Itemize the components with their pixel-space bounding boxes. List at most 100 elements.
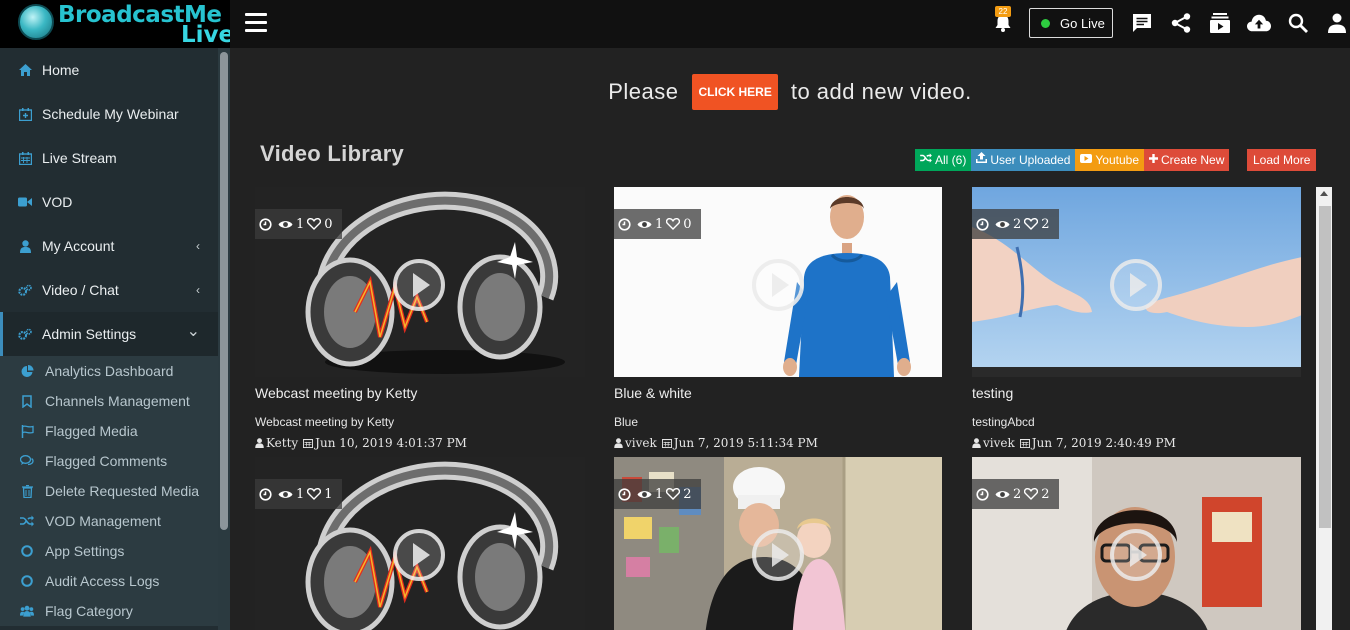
video-title[interactable]: Blue & white [614, 385, 944, 403]
video-card[interactable]: 2 2 [972, 457, 1302, 630]
likes-heart-icon: 2 [666, 486, 692, 502]
video-stats-badge: 1 0 [614, 209, 701, 239]
video-thumbnail[interactable]: 2 2 [972, 457, 1301, 630]
view-count: 1 [296, 486, 305, 502]
submenu-item-audit-access-logs[interactable]: Audit Access Logs [0, 566, 218, 596]
sidebar-item-my-account[interactable]: My Account ‹ [0, 224, 218, 268]
like-count: 2 [683, 486, 692, 502]
submenu-item-flagged-media[interactable]: Flagged Media [0, 416, 218, 446]
video-stats-badge: 2 2 [972, 479, 1059, 509]
video-author[interactable]: vivek [625, 436, 657, 450]
brand-suffix: Live [181, 22, 235, 48]
chat-icon[interactable] [1130, 11, 1154, 35]
video-thumbnail[interactable]: 1 2 [614, 457, 942, 630]
sidebar-item-home[interactable]: Home [0, 48, 218, 92]
go-live-label: Go Live [1060, 15, 1105, 31]
sidebar-item-label: Home [42, 62, 80, 78]
video-thumbnail[interactable]: 1 0 [614, 187, 942, 377]
globe-logo-icon [18, 4, 54, 40]
video-author[interactable]: Ketty [266, 436, 298, 450]
submenu-item-flagged-comments[interactable]: Flagged Comments [0, 446, 218, 476]
video-description: Webcast meeting by Ketty [255, 415, 395, 429]
video-card[interactable]: 1 2 [614, 457, 944, 630]
calendar-icon [18, 151, 32, 165]
sidebar-item-label: Admin Settings [42, 326, 137, 342]
play-icon[interactable] [1109, 528, 1163, 582]
filter-all-button[interactable]: All (6) [915, 149, 972, 171]
search-icon[interactable] [1286, 11, 1310, 35]
duration-clock-icon [259, 487, 275, 501]
submenu-item-app-settings[interactable]: App Settings [0, 536, 218, 566]
video-thumbnail[interactable]: 1 0 [255, 187, 585, 377]
play-icon[interactable] [392, 528, 446, 582]
video-card[interactable]: 1 0 Blue & white Blue vivek Jun 7, 2019 … [614, 187, 944, 450]
video-stats-badge: 1 0 [255, 209, 342, 239]
library-scrollbar-thumb[interactable] [1319, 206, 1331, 528]
user-icon[interactable] [1325, 11, 1349, 35]
sidebar-item-schedule-webinar[interactable]: Schedule My Webinar [0, 92, 218, 136]
create-new-button[interactable]: Create New [1144, 149, 1230, 171]
video-date: Jun 7, 2019 2:40:49 PM [1031, 435, 1176, 450]
submenu-item-delete-requested-media[interactable]: Delete Requested Media [0, 476, 218, 506]
video-card[interactable]: 2 2 testing testingAbcd vivek Jun 7, 201… [972, 187, 1302, 450]
sidebar: BroadcastMe Live Home Schedule My Webina… [0, 0, 234, 630]
cta-suffix: to add new video. [790, 79, 972, 104]
upload-icon [976, 149, 988, 171]
play-icon[interactable] [392, 258, 446, 312]
filter-user-uploaded-button[interactable]: User Uploaded [971, 149, 1076, 171]
filter-youtube-button[interactable]: Youtube [1075, 149, 1144, 171]
sidebar-item-vod[interactable]: VOD [0, 180, 218, 224]
calendar-icon [661, 438, 672, 448]
submenu-item-flag-category[interactable]: Flag Category [0, 596, 218, 626]
filter-label: Create New [1161, 153, 1225, 167]
video-thumbnail[interactable]: 2 2 [972, 187, 1301, 377]
cloud-upload-icon[interactable] [1247, 11, 1271, 35]
sidebar-item-video-chat[interactable]: Video / Chat ‹ [0, 268, 218, 312]
likes-heart-icon: 0 [307, 217, 333, 232]
sidebar-item-label: Live Stream [42, 150, 117, 166]
scroll-up-arrow-icon[interactable] [1320, 191, 1328, 196]
notification-count-badge: 22 [995, 6, 1011, 17]
playlist-icon[interactable] [1208, 11, 1232, 35]
play-icon[interactable] [751, 528, 805, 582]
share-icon[interactable] [1169, 11, 1193, 35]
users-icon [20, 604, 34, 618]
hamburger-menu-icon[interactable] [245, 13, 267, 33]
video-card[interactable]: 1 1 [255, 457, 585, 630]
click-here-button[interactable]: CLICK HERE [692, 74, 778, 110]
sidebar-scrollbar-thumb[interactable] [220, 52, 228, 530]
cta-prefix: Please [608, 79, 679, 104]
video-author[interactable]: vivek [983, 436, 1015, 450]
video-title[interactable]: Webcast meeting by Ketty [255, 385, 585, 403]
sidebar-menu: Home Schedule My Webinar Live Stream VOD [0, 48, 218, 626]
calendar-icon [1019, 438, 1030, 448]
video-title[interactable]: testing [972, 385, 1302, 403]
video-camera-icon [18, 195, 32, 209]
go-live-button[interactable]: Go Live [1029, 8, 1113, 38]
submenu-item-analytics-dashboard[interactable]: Analytics Dashboard [0, 356, 218, 386]
submenu-item-label: Flagged Media [45, 423, 138, 439]
flag-icon [20, 424, 34, 438]
circle-icon [20, 544, 34, 558]
bookmark-icon [20, 394, 34, 408]
play-icon[interactable] [1109, 258, 1163, 312]
live-status-dot [1041, 18, 1050, 28]
submenu-item-label: App Settings [45, 543, 125, 559]
likes-heart-icon: 2 [1024, 487, 1050, 502]
video-thumbnail[interactable]: 1 1 [255, 457, 585, 630]
sidebar-item-live-stream[interactable]: Live Stream [0, 136, 218, 180]
play-icon[interactable] [751, 258, 805, 312]
view-count: 2 [1013, 216, 1022, 232]
video-card[interactable]: 1 0 Webcast meeting by Ketty Webcast mee… [255, 187, 585, 450]
gears-icon [18, 283, 32, 297]
add-video-prompt: Please CLICK HERE to add new video. [230, 73, 1350, 111]
submenu-item-label: Analytics Dashboard [45, 363, 174, 379]
sidebar-item-admin-settings[interactable]: Admin Settings ⌄ [0, 312, 218, 356]
chevron-left-icon: ‹ [196, 283, 200, 297]
top-navbar: 22 Go Live [230, 0, 1350, 48]
submenu-item-vod-management[interactable]: VOD Management [0, 506, 218, 536]
load-more-button[interactable]: Load More [1247, 149, 1317, 171]
brand-logo[interactable]: BroadcastMe Live [0, 0, 234, 48]
submenu-item-channels-management[interactable]: Channels Management [0, 386, 218, 416]
submenu-item-label: Audit Access Logs [45, 573, 160, 589]
